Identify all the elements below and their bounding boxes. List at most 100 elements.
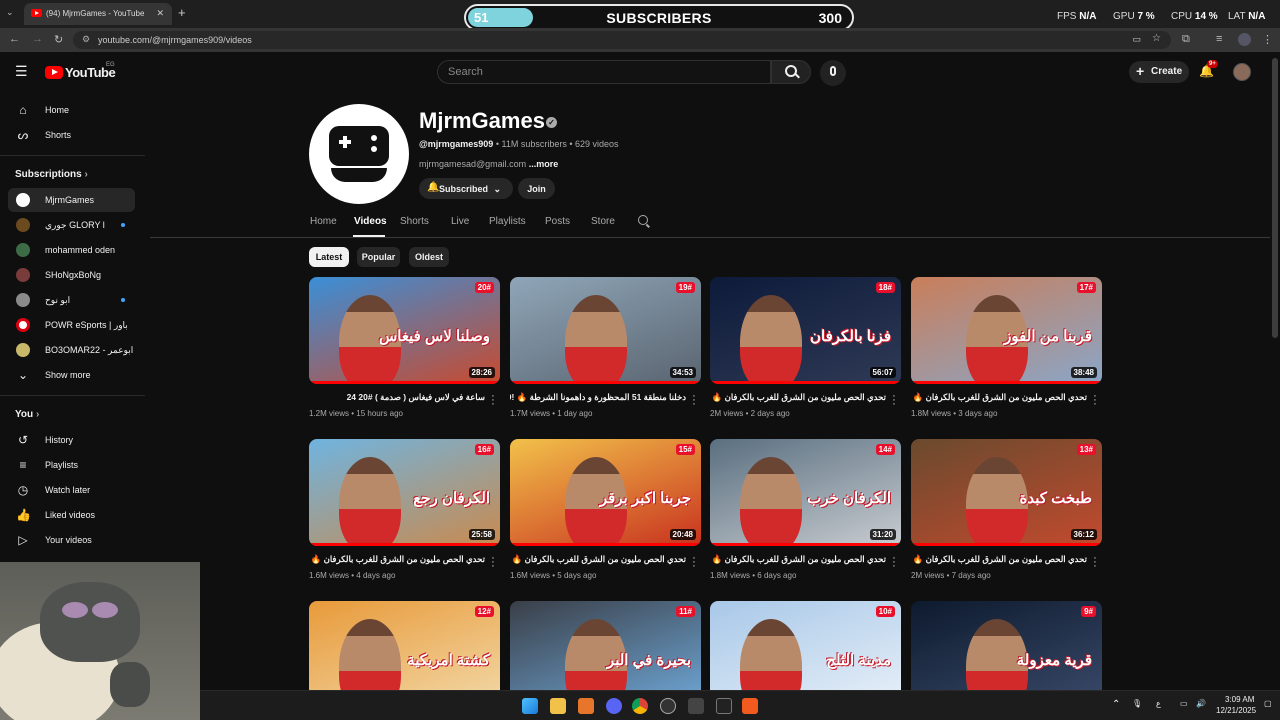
video-menu-icon[interactable]: · · ·: [1091, 391, 1099, 410]
discord-icon[interactable]: [606, 698, 622, 714]
filter-latest[interactable]: Latest: [309, 247, 349, 267]
video-thumbnail[interactable]: قربنا من الفوز 17# 38:48: [911, 277, 1102, 384]
language-indicator[interactable]: ع: [1156, 699, 1161, 708]
video-title[interactable]: تحدي الحص مليون من الشرق للغرب بالكرفان …: [911, 392, 1087, 403]
video-age: 4 days ago: [356, 571, 396, 580]
tab-live[interactable]: Live: [451, 216, 469, 227]
tab-videos[interactable]: Videos: [354, 216, 387, 227]
page-scrollbar[interactable]: [1272, 58, 1278, 338]
search-input[interactable]: Search: [437, 60, 771, 84]
bookmark-star-icon[interactable]: ☆: [1152, 33, 1161, 44]
address-bar[interactable]: ⚙ youtube.com/@mjrmgames909/videos ▭ ☆: [73, 31, 1171, 49]
more-link[interactable]: ...more: [529, 159, 559, 169]
close-tab-icon[interactable]: ✕: [156, 8, 164, 19]
filter-oldest[interactable]: Oldest: [409, 247, 449, 267]
volume-icon[interactable]: 🔊: [1196, 699, 1206, 708]
sidebar-sub-abu-nooh[interactable]: ابو نوح: [8, 288, 135, 312]
channel-description[interactable]: mjrmgamesad@gmail.com ...more: [419, 159, 558, 169]
clock-date[interactable]: 12/21/2025: [1216, 706, 1256, 715]
show-more-button[interactable]: ⌄ Show more: [8, 363, 135, 387]
profile-icon[interactable]: [1238, 33, 1251, 46]
cast-icon[interactable]: ▭: [1132, 34, 1141, 45]
video-menu-icon[interactable]: · · ·: [690, 553, 698, 572]
sidebar-sub-powr[interactable]: POWR eSports | باور: [8, 313, 135, 337]
video-thumbnail[interactable]: وصلنا لاس فيغاس 20# 28:26: [309, 277, 500, 384]
channel-search-button[interactable]: [638, 215, 652, 229]
windows-start-icon[interactable]: [522, 698, 538, 714]
sidebar-sub-bo3omar[interactable]: BO3OMAR22 - ابوعمر: [8, 338, 135, 362]
hamburger-menu-icon[interactable]: ☰: [15, 64, 28, 78]
video-menu-icon[interactable]: · · ·: [890, 391, 898, 410]
file-explorer-icon[interactable]: [550, 698, 566, 714]
join-button[interactable]: Join: [518, 178, 555, 199]
video-thumbnail[interactable]: فزنا بالكرفان 18# 56:07: [710, 277, 901, 384]
epic-games-icon[interactable]: [716, 698, 732, 714]
video-thumbnail[interactable]: طبخت كبدة 13# 36:12: [911, 439, 1102, 546]
chrome-icon[interactable]: [632, 698, 648, 714]
browser-tab[interactable]: (94) MjrmGames - YouTube ✕: [24, 3, 172, 25]
sidebar-item-your-videos[interactable]: ▷ Your videos: [8, 528, 135, 552]
notification-center-icon[interactable]: ▢: [1264, 699, 1272, 708]
video-title[interactable]: تحدي الحص مليون من الشرق للغرب بالكرفان …: [911, 554, 1087, 565]
media-icon[interactable]: ≡: [1216, 33, 1222, 45]
video-title[interactable]: تحدي الحص مليون من الشرق للغرب بالكرفان …: [710, 554, 886, 565]
search-button[interactable]: [771, 60, 811, 84]
video-title[interactable]: تحدي الحص مليون من الشرق للغرب بالكرفان …: [510, 554, 686, 565]
channel-avatar-large[interactable]: [309, 104, 409, 204]
video-title[interactable]: دخلنا منطقة 51 المحظورة و داهمونا الشرطة…: [510, 392, 686, 403]
tab-shorts[interactable]: Shorts: [400, 216, 429, 227]
new-tab-button[interactable]: +: [178, 5, 186, 20]
you-heading[interactable]: You ›: [15, 409, 39, 420]
sidebar-sub-shongxbong[interactable]: SHoNgxBoNg: [8, 263, 135, 287]
video-title[interactable]: تحدي الحص مليون من الشرق للغرب بالكرفان …: [710, 392, 886, 403]
reload-icon[interactable]: ↻: [54, 33, 63, 46]
video-menu-icon[interactable]: · · ·: [690, 391, 698, 410]
extensions-icon[interactable]: ⧉: [1182, 33, 1190, 46]
forward-icon[interactable]: →: [32, 33, 43, 45]
sidebar-sub-mjrmgames[interactable]: MjrmGames: [8, 188, 135, 212]
site-info-icon[interactable]: ⚙: [82, 34, 90, 45]
clock-time[interactable]: 3:09 AM: [1225, 695, 1254, 704]
subscribed-button[interactable]: 🔔 Subscribed ⌄: [419, 178, 513, 199]
browser-menu-icon[interactable]: ⋮: [1262, 33, 1273, 46]
microphone-tray-icon[interactable]: 🎙: [1132, 699, 1142, 708]
video-thumbnail[interactable]: الكرفان رجع 16# 25:58: [309, 439, 500, 546]
video-menu-icon[interactable]: · · ·: [489, 391, 497, 410]
tab-playlists[interactable]: Playlists: [489, 216, 526, 227]
tab-list-button[interactable]: ⌄: [6, 7, 18, 19]
sidebar-item-liked-videos[interactable]: 👍 Liked videos: [8, 503, 135, 527]
sidebar-item-playlists[interactable]: ≡ Playlists: [8, 453, 135, 477]
video-thumbnail[interactable]: 19# 34:53: [510, 277, 701, 384]
sidebar-sub-mohammed-oden[interactable]: mohammed oden: [8, 238, 135, 262]
sidebar-sub-glory[interactable]: جوري GLORY l: [8, 213, 135, 237]
video-title[interactable]: تحدي الحص مليون من الشرق للغرب بالكرفان …: [309, 554, 485, 565]
account-avatar[interactable]: [1233, 63, 1251, 81]
youtube-logo[interactable]: YouTube EG: [45, 62, 120, 81]
video-menu-icon[interactable]: · · ·: [489, 553, 497, 572]
tray-chevron-up-icon[interactable]: ⌃: [1112, 699, 1120, 710]
thumbnail-overlay-text: فزنا بالكرفان: [810, 328, 891, 345]
obs-icon[interactable]: [660, 698, 676, 714]
filter-popular[interactable]: Popular: [357, 247, 400, 267]
tab-posts[interactable]: Posts: [545, 216, 570, 227]
app-icon-orange[interactable]: [578, 698, 594, 714]
sidebar-item-history[interactable]: ↺ History: [8, 428, 135, 452]
video-title[interactable]: ساعة في لاس فيغاس ( صدمة ) #20 24: [309, 392, 485, 403]
notifications-button[interactable]: 🔔 9+: [1199, 60, 1218, 80]
network-icon[interactable]: ▭: [1180, 699, 1188, 708]
video-menu-icon[interactable]: · · ·: [1091, 553, 1099, 572]
sidebar-item-home[interactable]: ⌂ Home: [8, 98, 135, 122]
create-button[interactable]: + Create: [1129, 61, 1189, 83]
video-thumbnail[interactable]: جربنا اكبر برقر 15# 20:48: [510, 439, 701, 546]
sidebar-item-shorts[interactable]: ᔕ Shorts: [8, 123, 135, 147]
subscriptions-heading[interactable]: Subscriptions ›: [15, 169, 88, 180]
brave-icon[interactable]: [742, 698, 758, 714]
video-menu-icon[interactable]: · · ·: [890, 553, 898, 572]
video-thumbnail[interactable]: الكرفان خرب 14# 31:20: [710, 439, 901, 546]
back-icon[interactable]: ←: [9, 33, 20, 45]
tab-home[interactable]: Home: [310, 216, 337, 227]
voice-search-button[interactable]: [820, 60, 846, 86]
tab-store[interactable]: Store: [591, 216, 615, 227]
app-icon-dark[interactable]: [688, 698, 704, 714]
sidebar-item-watch-later[interactable]: ◷ Watch later: [8, 478, 135, 502]
